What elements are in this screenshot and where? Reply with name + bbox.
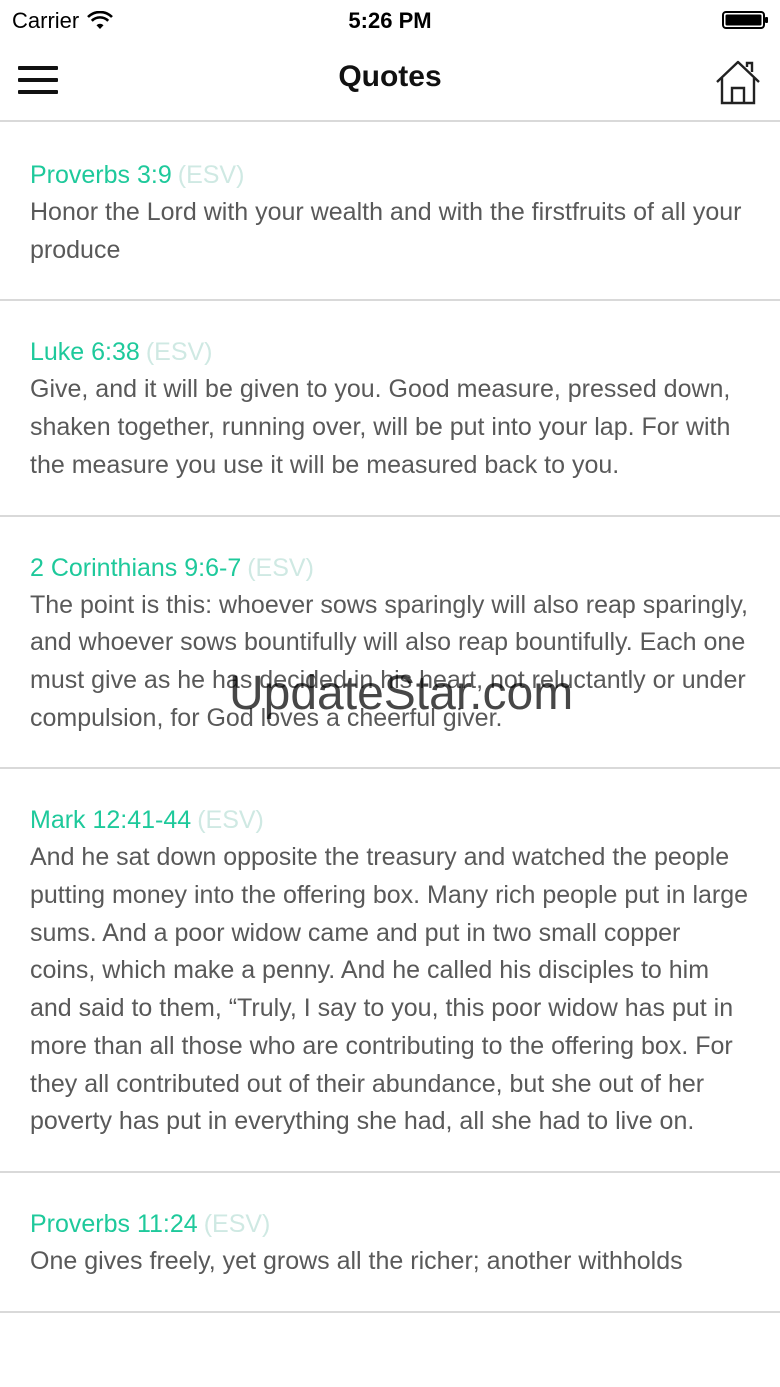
quote-ref-label: Proverbs 3:9 [30, 161, 172, 189]
quote-reference: Luke 6:38 (ESV) [30, 333, 750, 371]
quote-version-label: (ESV) [145, 338, 213, 367]
status-time: 5:26 PM [348, 8, 432, 33]
page-title: Quotes [338, 60, 442, 93]
nav-bar: Quotes [0, 40, 780, 122]
quote-item[interactable]: Mark 12:41-44 (ESV) And he sat down oppos… [0, 769, 780, 1173]
home-button[interactable] [714, 58, 762, 106]
quote-item[interactable]: Proverbs 3:9 (ESV) Honor the Lord with yo… [0, 124, 780, 302]
quote-text: And he sat down opposite the treasury an… [30, 843, 749, 1136]
quote-item[interactable]: 2 Corinthians 9:6-7 (ESV) The point is th… [0, 517, 780, 770]
quote-version-label: (ESV) [197, 806, 264, 835]
quote-reference: Proverbs 3:9 (ESV) [30, 156, 750, 194]
quote-text: The point is this: whoever sows sparingl… [30, 590, 748, 732]
quote-reference: Mark 12:41-44 (ESV) [30, 801, 750, 839]
quote-version-label: (ESV) [247, 553, 314, 582]
quote-ref-label: Luke 6:38 [30, 338, 140, 367]
quote-ref-label: Mark 12:41-44 [30, 806, 192, 835]
quote-text: Honor the Lord with your wealth and with… [30, 198, 742, 264]
screen: Carrier 5:26 PM Quotes Proverbs 3:9 (ESV… [0, 0, 780, 1387]
quote-reference: Proverbs 11:24 (ESV) [30, 1205, 750, 1243]
home-icon [716, 60, 760, 105]
quote-text: Give, and it will be given to you. Good … [30, 375, 731, 479]
quote-item[interactable]: Luke 6:38 (ESV) Give, and it will be give… [0, 301, 780, 517]
quote-reference: 2 Corinthians 9:6-7 (ESV) [30, 549, 750, 587]
battery-icon [722, 11, 768, 29]
quote-version-label: (ESV) [203, 1209, 271, 1238]
quote-text: One gives freely, yet grows all the rich… [30, 1246, 683, 1275]
status-bar: Carrier 5:26 PM [0, 0, 780, 40]
quote-list: Proverbs 3:9 (ESV) Honor the Lord with yo… [0, 124, 780, 1313]
quote-item[interactable]: Proverbs 11:24 (ESV) One gives freely, ye… [0, 1173, 780, 1313]
quote-ref-label: 2 Corinthians 9:6-7 [30, 553, 242, 582]
quote-ref-label: Proverbs 11:24 [30, 1209, 198, 1238]
quote-version-label: (ESV) [177, 161, 245, 189]
